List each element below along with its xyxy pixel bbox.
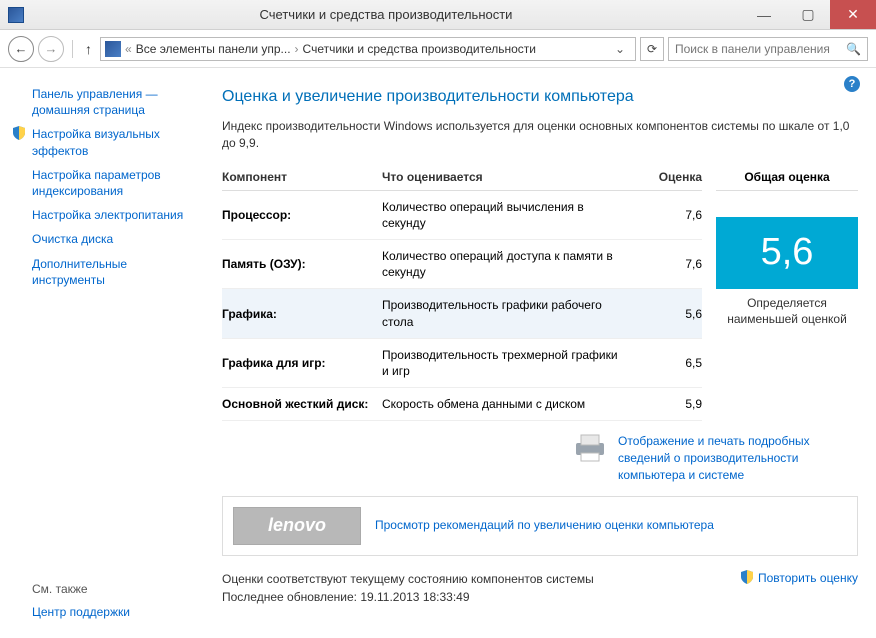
divider [72, 40, 73, 58]
cell-comp: Графика для игр: [222, 356, 382, 370]
vendor-recommendation-link[interactable]: Просмотр рекомендаций по увеличению оцен… [375, 517, 714, 534]
cell-score: 5,9 [632, 397, 702, 411]
cell-score: 6,5 [632, 356, 702, 370]
sidebar-item-visual-effects[interactable]: Настройка визуальных эффектов [12, 122, 198, 162]
search-icon[interactable]: 🔍 [846, 42, 861, 56]
cell-desc: Производительность трехмерной графики и … [382, 347, 632, 379]
table-row-lowest: Графика: Производительность графики рабо… [222, 289, 702, 338]
status-text: Оценки соответствуют текущему состоянию … [222, 570, 594, 606]
location-icon [105, 41, 121, 57]
th-component: Компонент [222, 170, 382, 184]
sidebar: Панель управления — домашняя страница На… [0, 68, 210, 638]
titlebar: Счетчики и средства производительности —… [0, 0, 876, 30]
score-section: Компонент Что оценивается Оценка Процесс… [222, 170, 858, 422]
rerun-label: Повторить оценку [758, 571, 858, 585]
sidebar-item-indexing[interactable]: Настройка параметров индексирования [12, 163, 198, 203]
sidebar-item-disk-cleanup[interactable]: Очистка диска [12, 227, 198, 251]
table-row: Процессор: Количество операций вычислени… [222, 191, 702, 240]
content-body: Панель управления — домашняя страница На… [0, 68, 876, 638]
search-bar[interactable]: 🔍 [668, 37, 868, 61]
help-icon[interactable]: ? [844, 76, 860, 92]
table-row: Основной жесткий диск: Скорость обмена д… [222, 388, 702, 421]
table-row: Память (ОЗУ): Количество операций доступ… [222, 240, 702, 289]
sidebar-item-tools[interactable]: Дополнительные инструменты [12, 252, 198, 292]
breadcrumb-seg-1[interactable]: Все элементы панели упр... [136, 42, 291, 56]
cell-desc: Количество операций вычисления в секунду [382, 199, 632, 231]
forward-button[interactable]: → [38, 36, 64, 62]
print-details-row: Отображение и печать подробных сведений … [222, 433, 858, 483]
shield-icon [740, 570, 754, 587]
sidebar-item-power[interactable]: Настройка электропитания [12, 203, 198, 227]
th-score: Оценка [632, 170, 702, 184]
refresh-button[interactable]: ⟳ [640, 37, 664, 61]
up-button[interactable]: ↑ [81, 41, 96, 57]
intro-text: Индекс производительности Windows исполь… [222, 118, 858, 152]
app-icon [8, 7, 24, 23]
status-line-1: Оценки соответствуют текущему состоянию … [222, 570, 594, 588]
address-dropdown-icon[interactable]: ⌄ [609, 42, 631, 56]
cell-score: 5,6 [632, 307, 702, 321]
score-table: Компонент Что оценивается Оценка Процесс… [222, 170, 702, 422]
address-bar[interactable]: « Все элементы панели упр... › Счетчики … [100, 37, 636, 61]
sidebar-item-action-center[interactable]: Центр поддержки [12, 600, 198, 624]
table-row: Графика для игр: Производительность трех… [222, 339, 702, 388]
maximize-button[interactable]: ▢ [786, 0, 830, 29]
breadcrumb-prefix: « [125, 42, 132, 56]
seealso-header: См. также [12, 578, 198, 600]
overall-column: Общая оценка 5,6 Определяется наименьшей… [716, 170, 858, 422]
breadcrumb-sep: › [295, 42, 299, 56]
vendor-recommendation-box: lenovo Просмотр рекомендаций по увеличен… [222, 496, 858, 556]
status-line-2: Последнее обновление: 19.11.2013 18:33:4… [222, 588, 594, 606]
shield-icon [12, 126, 26, 140]
page-heading: Оценка и увеличение производительности к… [222, 88, 858, 106]
overall-score-box: 5,6 [716, 217, 858, 289]
cell-score: 7,6 [632, 208, 702, 222]
search-input[interactable] [675, 42, 846, 56]
cell-desc: Количество операций доступа к памяти в с… [382, 248, 632, 280]
main-panel: ? Оценка и увеличение производительности… [210, 68, 876, 638]
minimize-button[interactable]: — [742, 0, 786, 29]
th-overall: Общая оценка [716, 170, 858, 191]
sidebar-item-label: Настройка визуальных эффектов [32, 127, 160, 157]
back-button[interactable]: ← [8, 36, 34, 62]
cell-comp: Основной жесткий диск: [222, 397, 382, 411]
window-controls: — ▢ ✕ [742, 0, 876, 29]
printer-icon [572, 433, 608, 466]
navbar: ← → ↑ « Все элементы панели упр... › Сче… [0, 30, 876, 68]
footer-row: Оценки соответствуют текущему состоянию … [222, 570, 858, 606]
window-title: Счетчики и средства производительности [30, 7, 742, 22]
vendor-logo: lenovo [233, 507, 361, 545]
cell-comp: Процессор: [222, 208, 382, 222]
th-desc: Что оценивается [382, 170, 632, 184]
close-button[interactable]: ✕ [830, 0, 876, 29]
cell-comp: Графика: [222, 307, 382, 321]
cell-score: 7,6 [632, 257, 702, 271]
rerun-assessment-link[interactable]: Повторить оценку [740, 570, 858, 587]
overall-caption: Определяется наименьшей оценкой [716, 295, 858, 327]
cell-comp: Память (ОЗУ): [222, 257, 382, 271]
breadcrumb-seg-2[interactable]: Счетчики и средства производительности [303, 42, 536, 56]
cell-desc: Производительность графики рабочего стол… [382, 297, 632, 329]
cell-desc: Скорость обмена данными с диском [382, 396, 632, 412]
sidebar-item-home[interactable]: Панель управления — домашняя страница [12, 82, 198, 122]
print-details-link[interactable]: Отображение и печать подробных сведений … [618, 433, 858, 483]
table-header: Компонент Что оценивается Оценка [222, 170, 702, 191]
